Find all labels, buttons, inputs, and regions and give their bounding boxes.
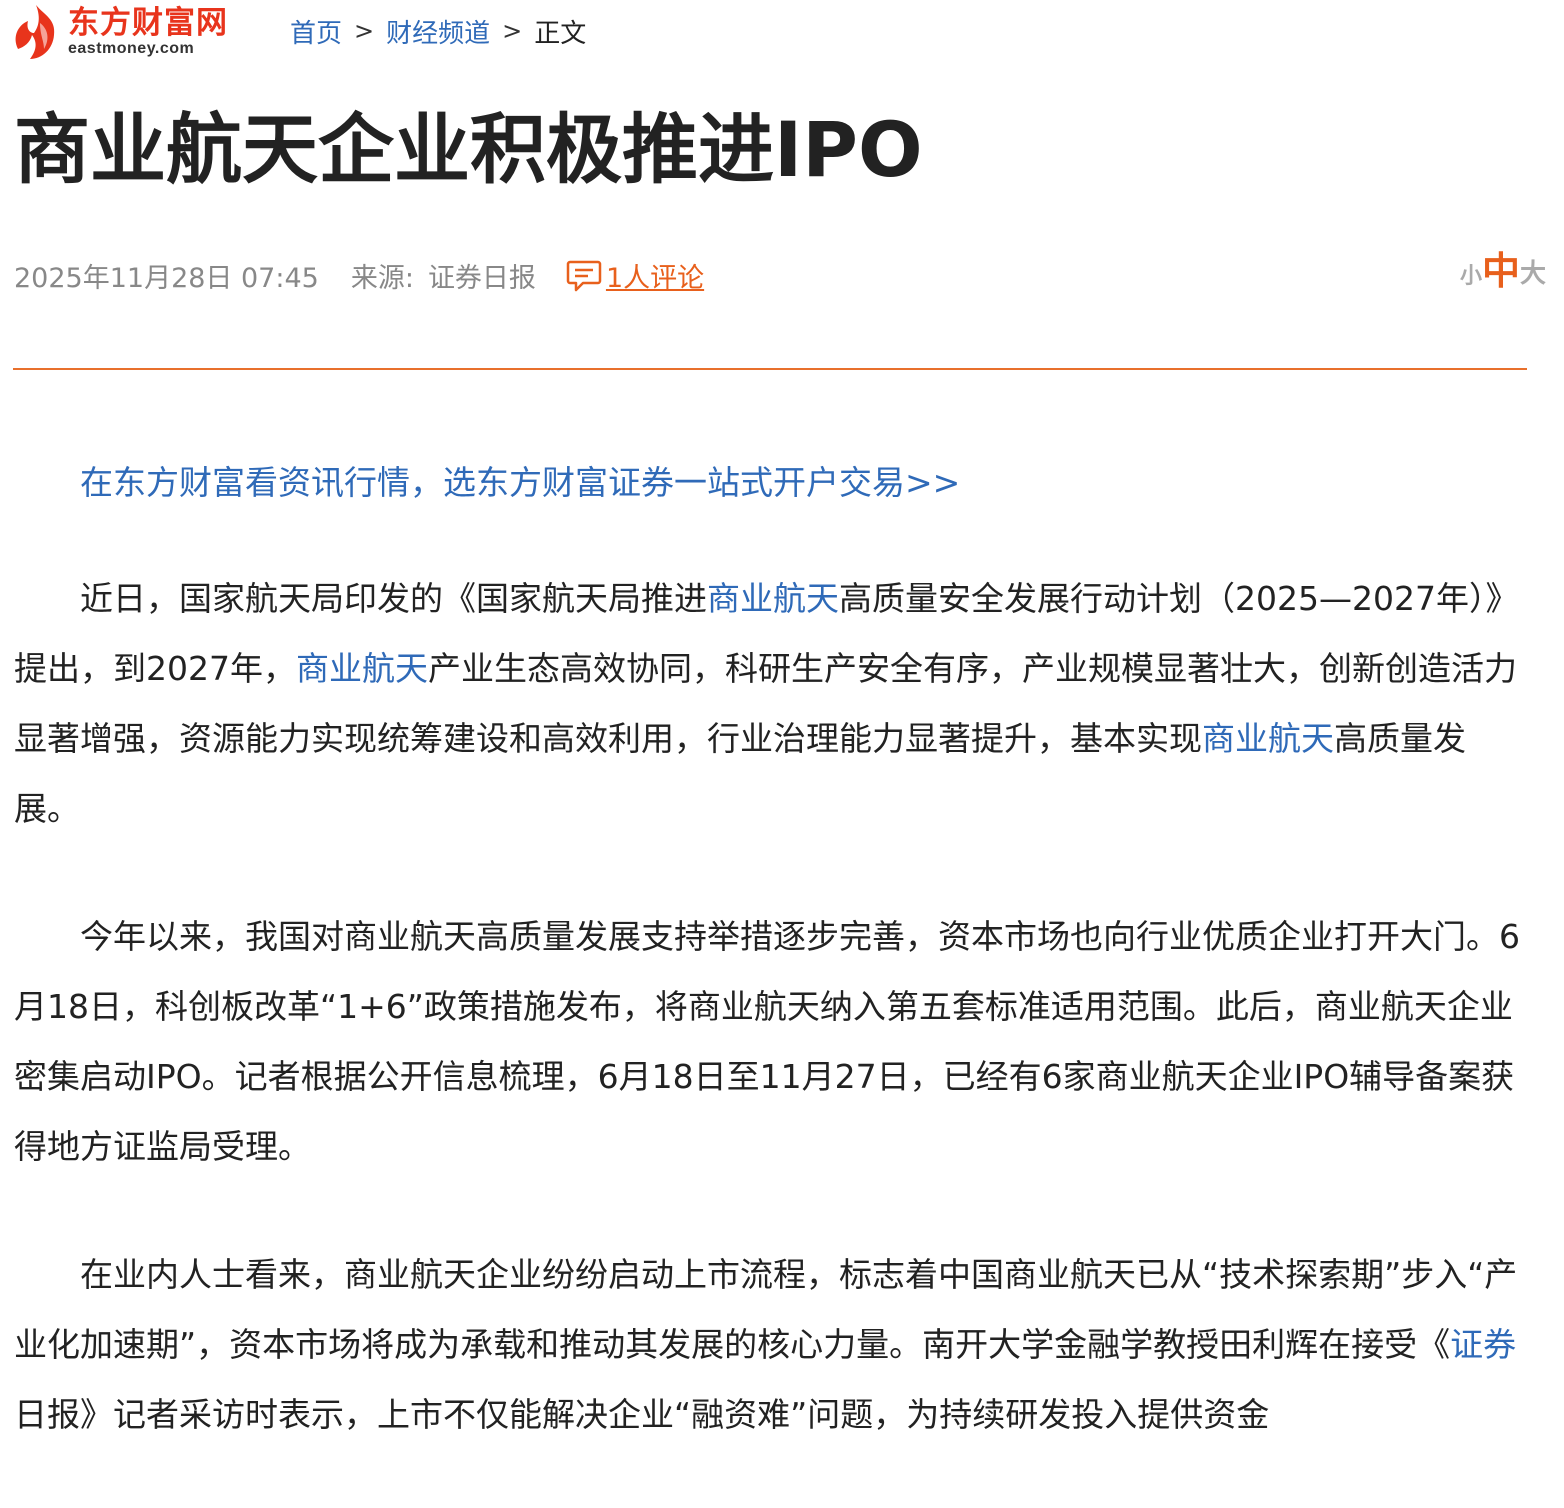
font-size-large-button[interactable]: 大 <box>1520 253 1546 290</box>
article-paragraph: 在业内人士看来，商业航天企业纷纷启动上市流程，标志着中国商业航天已从“技术探索期… <box>14 1240 1524 1450</box>
comment-link[interactable]: 1人评论 <box>566 256 704 295</box>
article-meta: 2025年11月28日 07:45 来源: 证券日报 1人评论 <box>14 256 704 295</box>
breadcrumb-separator: > <box>354 17 375 45</box>
breadcrumb-current: 正文 <box>534 18 587 49</box>
publish-datetime: 2025年11月28日 07:45 <box>14 263 319 294</box>
keyword-link[interactable]: 商业航天 <box>296 649 428 688</box>
logo-domain: eastmoney.com <box>68 39 195 57</box>
keyword-link[interactable]: 证券 <box>1450 1325 1516 1364</box>
article-title: 商业航天企业积极推进IPO <box>14 105 923 194</box>
promo-link[interactable]: 在东方财富看资讯行情，选东方财富证券一站式开户交易>> <box>80 456 960 504</box>
article-body: 近日，国家航天局印发的《国家航天局推进商业航天高质量安全发展行动计划（2025—… <box>14 564 1524 1508</box>
article-paragraph: 今年以来，我国对商业航天高质量发展支持举措逐步完善，资本市场也向行业优质企业打开… <box>14 917 1520 1166</box>
flame-logo-icon <box>15 5 55 59</box>
top-bar: 东方财富网 eastmoney.com 首页 > 财经频道 > 正文 <box>10 0 586 64</box>
breadcrumb-channel-link[interactable]: 财经频道 <box>386 13 490 50</box>
logo-name: 东方财富网 <box>68 4 228 41</box>
breadcrumb-home-link[interactable]: 首页 <box>290 13 342 50</box>
keyword-link[interactable]: 商业航天 <box>707 579 839 618</box>
font-size-control: 小 中 大 <box>1460 252 1546 290</box>
breadcrumb: 首页 > 财经频道 > 正文 <box>290 13 586 50</box>
paragraph-text: 在业内人士看来，商业航天企业纷纷启动上市流程，标志着中国商业航天已从“技术探索期… <box>14 1255 1518 1364</box>
font-size-medium-button[interactable]: 中 <box>1482 252 1520 290</box>
article-paragraph: 近日，国家航天局印发的《国家航天局推进商业航天高质量安全发展行动计划（2025—… <box>14 564 1524 844</box>
keyword-link[interactable]: 商业航天 <box>1202 719 1334 758</box>
paragraph-text: 日报》记者采访时表示，上市不仅能解决企业“融资难”问题，为持续研发投入提供资金 <box>14 1395 1270 1434</box>
source-label: 来源: <box>350 263 414 294</box>
breadcrumb-separator: > <box>502 17 523 45</box>
comment-count: 1人评论 <box>605 263 705 294</box>
header-divider <box>13 368 1527 370</box>
comment-bubble-icon <box>566 260 602 291</box>
source-name: 证券日报 <box>427 263 536 294</box>
site-logo[interactable]: 东方财富网 eastmoney.com <box>10 3 260 61</box>
paragraph-text: 近日，国家航天局印发的《国家航天局推进 <box>80 579 707 618</box>
font-size-small-button[interactable]: 小 <box>1460 258 1482 290</box>
